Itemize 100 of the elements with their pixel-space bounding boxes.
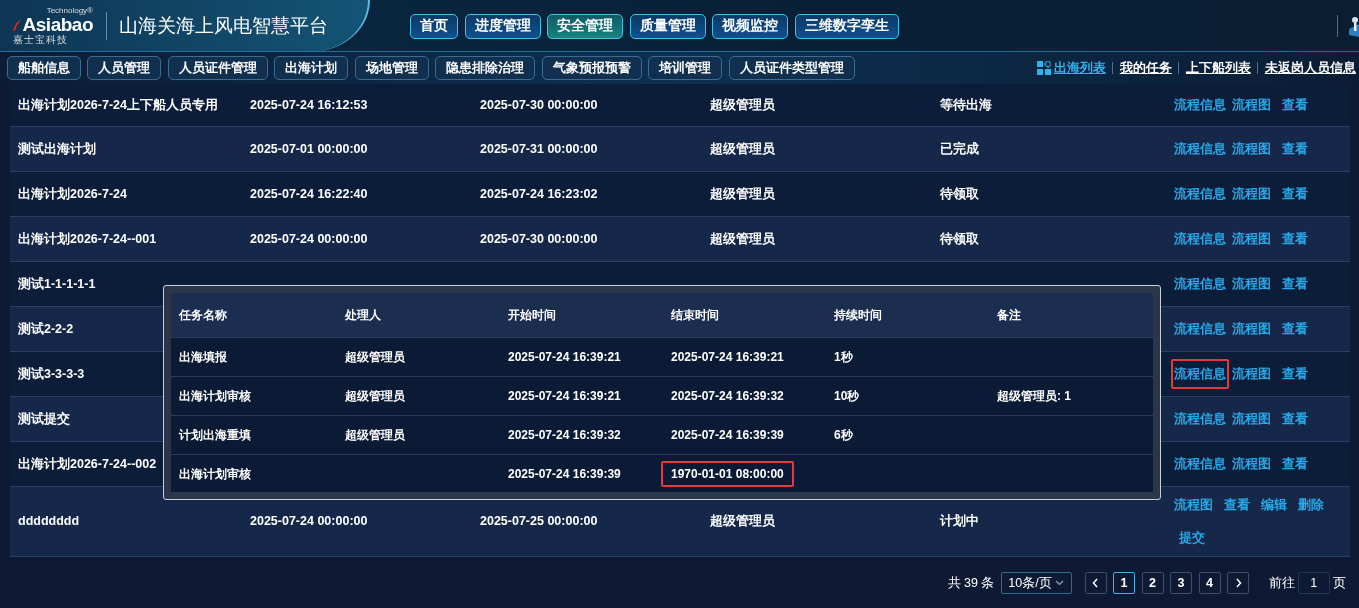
table-cell: 2025-07-24 16:39:32 — [671, 389, 784, 403]
page-button[interactable]: 1 — [1113, 572, 1135, 594]
action-link[interactable]: 编辑 — [1258, 489, 1290, 521]
table-cell: 2025-07-24 16:39:39 — [508, 467, 621, 481]
action-link[interactable]: 查看 — [1279, 178, 1311, 210]
action-link[interactable]: 流程信息 — [1171, 448, 1229, 480]
action-link[interactable]: 流程信息 — [1171, 89, 1229, 121]
table-cell: 出海计划审核 — [179, 389, 251, 403]
action-link[interactable]: 流程图 — [1229, 403, 1274, 435]
action-link[interactable]: 提交 — [1176, 522, 1208, 554]
nav-tab[interactable]: 三维数字孪生 — [794, 13, 899, 39]
page-button[interactable]: 2 — [1141, 572, 1164, 594]
chevron-down-icon — [1055, 580, 1064, 586]
column-header: 开始时间 — [508, 308, 556, 322]
view-link[interactable]: 我的任务 — [1119, 58, 1172, 78]
action-link[interactable]: 查看 — [1279, 133, 1311, 165]
action-link[interactable]: 流程图 — [1229, 358, 1274, 390]
table-cell: 超级管理员 — [710, 231, 775, 246]
page-next-button[interactable] — [1227, 572, 1249, 594]
column-header: 处理人 — [345, 308, 381, 322]
table-cell: 出海填报 — [179, 350, 227, 364]
nav-tab[interactable]: 质量管理 — [629, 13, 706, 39]
module-button[interactable]: 人员管理 — [87, 56, 161, 80]
table-cell: 超级管理员 — [345, 350, 405, 364]
action-link[interactable]: 流程信息 — [1171, 133, 1229, 165]
action-link[interactable]: 查看 — [1279, 223, 1311, 255]
chevron-left-icon — [1092, 578, 1099, 589]
action-link[interactable]: 流程图 — [1229, 313, 1274, 345]
module-button[interactable]: 人员证件管理 — [167, 56, 268, 80]
table-cell: 测试3-3-3-3 — [18, 366, 85, 381]
logo-text: Asiabao — [22, 15, 93, 34]
action-link[interactable]: 流程图 — [1229, 448, 1274, 480]
action-link[interactable]: 流程信息 — [1171, 223, 1229, 255]
table-cell: 超级管理员 — [345, 389, 405, 403]
table-cell: 待领取 — [940, 186, 979, 201]
page-input[interactable]: 1 — [1297, 572, 1330, 594]
page-size-select[interactable]: 10条/页 — [1000, 572, 1072, 594]
module-button[interactable]: 培训管理 — [648, 56, 722, 80]
column-header: 备注 — [997, 308, 1021, 322]
table-cell: 超级管理员: 1 — [997, 389, 1071, 403]
logo-tagline: Technology® — [46, 7, 93, 15]
view-link[interactable]: 出海列表 — [1053, 58, 1106, 78]
page-button[interactable]: 3 — [1170, 572, 1192, 594]
table-cell: 测试1-1-1-1-1 — [18, 276, 96, 291]
table-cell: 出海计划2026-7-24--002 — [18, 456, 157, 471]
nav-tab[interactable]: 视频监控 — [712, 13, 788, 39]
page-prev-button[interactable] — [1084, 572, 1107, 594]
module-button[interactable]: 场地管理 — [354, 56, 429, 80]
table-cell: 2025-07-24 16:12:53 — [250, 97, 368, 112]
page-suffix: 页 — [1333, 574, 1346, 592]
view-link[interactable]: 未返岗人员信息 — [1264, 58, 1356, 78]
table-cell: 等待出海 — [940, 97, 992, 112]
column-header: 结束时间 — [671, 308, 719, 322]
table-cell: 2025-07-24 16:39:32 — [508, 428, 621, 442]
action-link[interactable]: 查看 — [1279, 403, 1311, 435]
action-link[interactable]: 查看 — [1279, 89, 1311, 121]
nav-tab[interactable]: 安全管理 — [547, 13, 623, 39]
view-link[interactable]: 上下船列表 — [1185, 58, 1251, 78]
action-link[interactable]: 流程信息 — [1171, 268, 1229, 300]
action-link[interactable]: 流程信息 — [1171, 403, 1229, 435]
module-button[interactable]: 船舶信息 — [6, 56, 81, 80]
table-cell: 2025-07-24 16:39:21 — [508, 389, 621, 403]
action-link[interactable]: 流程图 — [1229, 178, 1274, 210]
table-cell: 1秒 — [834, 350, 853, 364]
table-cell: 超级管理员 — [710, 141, 775, 156]
nav-tab[interactable]: 首页 — [410, 13, 458, 39]
page-button[interactable]: 4 — [1198, 572, 1221, 594]
table-cell: 出海计划2026-7-24 — [18, 186, 127, 201]
action-link[interactable]: 流程信息 — [1171, 178, 1229, 210]
action-link[interactable]: 查看 — [1279, 268, 1311, 300]
table-cell: 2025-07-24 00:00:00 — [250, 231, 368, 246]
action-link[interactable]: 流程图 — [1229, 89, 1274, 121]
module-button[interactable]: 出海计划 — [274, 56, 348, 80]
module-button[interactable]: 隐患排除治理 — [435, 56, 535, 80]
action-link[interactable]: 查看 — [1279, 448, 1311, 480]
action-link[interactable]: 删除 — [1295, 489, 1327, 521]
module-button[interactable]: 人员证件类型管理 — [728, 56, 855, 80]
table-cell: dddddddd — [18, 514, 80, 529]
nav-tab[interactable]: 进度管理 — [464, 13, 541, 39]
column-header: 任务名称 — [179, 308, 227, 322]
table-cell: 2025-07-24 16:23:02 — [480, 186, 598, 201]
action-link[interactable]: 查看 — [1221, 489, 1253, 521]
platform-title: 山海关海上风电智慧平台 — [106, 11, 328, 41]
table-cell: 超级管理员 — [345, 428, 405, 442]
logo-subtitle: 嘉士宝科技 — [13, 34, 69, 45]
table-cell: 测试2-2-2 — [18, 321, 74, 336]
table-cell: 2025-07-24 16:39:21 — [508, 350, 621, 364]
module-button[interactable]: 气象预报预警 — [541, 56, 642, 80]
table-cell: 2025-07-24 16:22:40 — [250, 186, 368, 201]
action-link[interactable]: 流程图 — [1229, 133, 1274, 165]
action-link[interactable]: 流程图 — [1229, 223, 1274, 255]
action-link[interactable]: 流程图 — [1229, 268, 1274, 300]
table-cell: 出海计划2026-7-24--001 — [18, 231, 157, 246]
action-link[interactable]: 流程图 — [1171, 489, 1216, 521]
table-cell: 测试出海计划 — [18, 141, 96, 156]
table-cell: 6秒 — [834, 428, 853, 442]
action-link[interactable]: 查看 — [1279, 313, 1311, 345]
action-link[interactable]: 查看 — [1279, 358, 1311, 390]
action-link[interactable]: 流程信息 — [1171, 358, 1229, 390]
action-link[interactable]: 流程信息 — [1171, 313, 1229, 345]
